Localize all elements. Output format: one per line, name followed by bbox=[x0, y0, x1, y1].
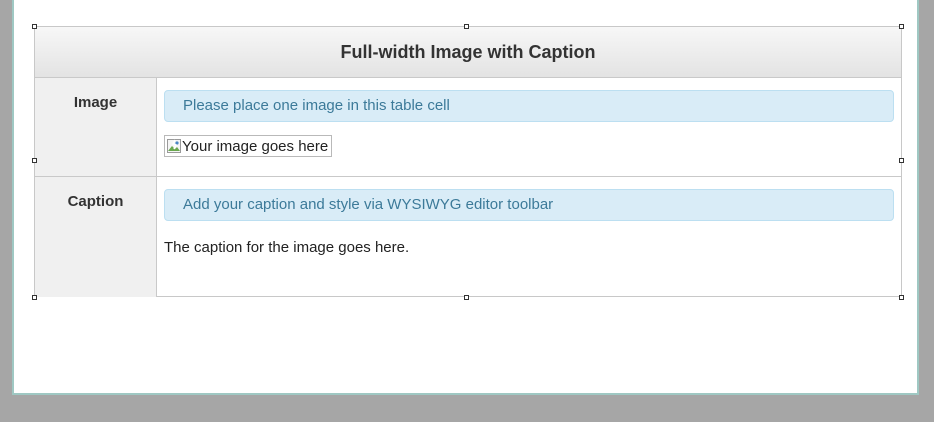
table-title[interactable]: Full-width Image with Caption bbox=[35, 27, 901, 78]
template-table[interactable]: Full-width Image with Caption Image Plea… bbox=[34, 26, 902, 297]
image-cell[interactable]: Please place one image in this table cel… bbox=[157, 78, 901, 176]
broken-image-icon bbox=[167, 139, 181, 153]
image-placeholder[interactable]: Your image goes here bbox=[164, 135, 333, 157]
caption-text[interactable]: The caption for the image goes here. bbox=[164, 239, 894, 256]
resize-handle-icon[interactable] bbox=[899, 295, 904, 300]
resize-handle-icon[interactable] bbox=[32, 24, 37, 29]
caption-cell[interactable]: Add your caption and style via WYSIWYG e… bbox=[157, 177, 901, 297]
resize-handle-icon[interactable] bbox=[464, 295, 469, 300]
caption-label: Caption bbox=[35, 177, 157, 297]
image-row: Image Please place one image in this tab… bbox=[35, 78, 901, 177]
editor-canvas[interactable]: Full-width Image with Caption Image Plea… bbox=[12, 0, 919, 395]
editor-frame: Full-width Image with Caption Image Plea… bbox=[0, 0, 934, 404]
resize-handle-icon[interactable] bbox=[32, 158, 37, 163]
resize-handle-icon[interactable] bbox=[32, 295, 37, 300]
resize-handle-icon[interactable] bbox=[464, 24, 469, 29]
resize-handle-icon[interactable] bbox=[899, 158, 904, 163]
caption-hint: Add your caption and style via WYSIWYG e… bbox=[164, 189, 894, 221]
resize-handle-icon[interactable] bbox=[899, 24, 904, 29]
image-alt-text: Your image goes here bbox=[182, 137, 329, 155]
image-hint: Please place one image in this table cel… bbox=[164, 90, 894, 122]
image-label: Image bbox=[35, 78, 157, 176]
caption-row: Caption Add your caption and style via W… bbox=[35, 177, 901, 297]
